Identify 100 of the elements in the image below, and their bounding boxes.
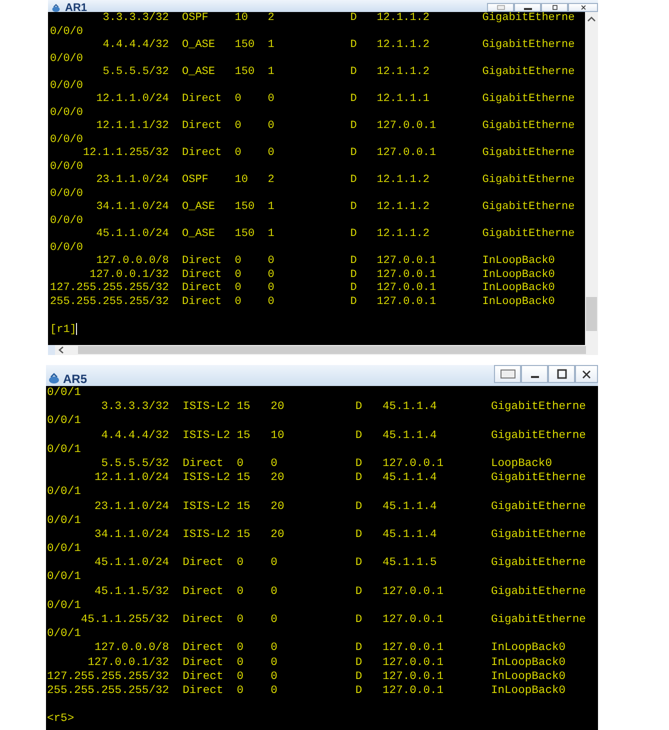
route-protocol: Direct [182, 93, 222, 105]
route-cost: 0 [270, 557, 278, 570]
route-protocol: Direct [182, 614, 224, 626]
route-cost: 0 [268, 282, 274, 294]
route-preference: 150 [234, 66, 255, 78]
flag-text: D [350, 282, 357, 294]
route-cost: 1 [268, 228, 274, 240]
route-protocol: Direct [182, 670, 224, 683]
flag-text: D [355, 472, 362, 484]
close-icon [582, 370, 591, 378]
route-protocol: Direct [182, 296, 222, 308]
route-protocol: OSPF [182, 12, 208, 24]
route-cost: 0 [268, 93, 274, 105]
route-interface: InLoopBack0 [490, 642, 566, 654]
next-hop: 127.0.0.1 [382, 670, 444, 683]
wrapped-text: 0/0/1 [47, 387, 81, 399]
route-cost: 0 [268, 268, 274, 280]
route-interface: GigabitEtherne [482, 228, 575, 240]
flag-text: D [350, 255, 357, 267]
next-hop: 127.0.0.1 [376, 255, 436, 267]
flag-text: D [355, 401, 362, 414]
maximize-button[interactable] [541, 3, 568, 12]
next-hop: 127.0.0.1 [382, 458, 444, 470]
wrapped-text: 0/0/1 [47, 628, 81, 640]
route-interface: LoopBack0 [490, 458, 552, 470]
route-destination: 127.255.255.255/32 [47, 670, 170, 683]
route-protocol: ISIS-L2 [182, 430, 230, 442]
route-destination: 45.1.1.255/32 [80, 614, 170, 626]
flag-text: D [350, 39, 357, 51]
route-destination: 255.255.255.255/32 [47, 684, 170, 697]
flag-text: D [355, 430, 362, 442]
route-preference: 0 [236, 586, 244, 598]
route-preference: 0 [234, 268, 242, 280]
route-interface: GigabitEtherne [490, 614, 586, 626]
next-hop: 12.1.1.2 [376, 66, 430, 78]
console-button[interactable] [494, 365, 521, 383]
route-protocol: ISIS-L2 [182, 472, 230, 484]
route-destination: 3.3.3.3/32 [102, 12, 169, 24]
flag-text: D [350, 66, 357, 78]
flag-text: D [350, 120, 357, 132]
route-cost: 0 [270, 656, 278, 669]
close-button[interactable] [575, 365, 598, 383]
wrapped-text: 0/0/1 [47, 600, 81, 612]
next-hop: 127.0.0.1 [376, 120, 436, 132]
route-preference: 0 [236, 656, 244, 669]
route-destination: 45.1.1.0/24 [96, 228, 169, 240]
minimize-button[interactable] [514, 3, 541, 12]
minimize-icon [530, 376, 538, 378]
route-destination: 127.0.0.0/8 [96, 255, 169, 267]
route-interface: InLoopBack0 [490, 656, 566, 669]
wrapped-text: 0/0/0 [50, 188, 84, 200]
route-destination: 4.4.4.4/32 [102, 39, 169, 51]
route-protocol: OSPF [182, 174, 208, 186]
minimize-button[interactable] [521, 365, 548, 383]
route-cost: 0 [268, 296, 274, 308]
next-hop: 127.0.0.1 [382, 656, 444, 669]
route-cost: 20 [270, 401, 284, 414]
route-destination: 3.3.3.3/32 [101, 401, 170, 414]
next-hop: 127.0.0.1 [382, 684, 444, 697]
route-cost: 20 [270, 472, 284, 484]
wrapped-text: 0/0/1 [47, 543, 81, 556]
route-interface: InLoopBack0 [490, 670, 566, 683]
text-cursor [76, 322, 78, 334]
scroll-up-icon[interactable] [587, 16, 596, 22]
route-destination: 12.1.1.0/24 [96, 93, 169, 105]
route-preference: 150 [234, 228, 255, 240]
route-preference: 15 [236, 528, 250, 541]
route-cost: 1 [268, 66, 274, 78]
route-interface: GigabitEtherne [490, 557, 586, 570]
route-protocol: Direct [182, 255, 222, 267]
next-hop: 127.0.0.1 [382, 614, 444, 626]
route-preference: 0 [234, 296, 242, 308]
route-destination: 45.1.1.0/24 [94, 557, 170, 570]
route-destination: 127.0.0.1/32 [90, 268, 169, 280]
flag-text: D [350, 228, 357, 240]
route-interface: GigabitEtherne [482, 201, 575, 213]
route-cost: 0 [270, 684, 278, 697]
wrapped-text: 0/0/0 [50, 134, 84, 146]
maximize-button[interactable] [548, 365, 575, 383]
route-preference: 0 [234, 255, 242, 267]
wrapped-text: 0/0/0 [50, 26, 84, 38]
flag-text: D [355, 528, 362, 541]
scroll-left-icon[interactable] [58, 346, 64, 354]
flag-text: D [355, 586, 362, 598]
route-cost: 10 [270, 430, 284, 442]
next-hop: 12.1.1.2 [376, 39, 430, 51]
route-destination: 255.255.255.255/32 [50, 296, 169, 308]
route-interface: GigabitEtherne [490, 472, 586, 484]
route-interface: GigabitEtherne [490, 401, 586, 414]
route-cost: 20 [270, 500, 284, 512]
route-protocol: Direct [182, 642, 224, 654]
route-interface: GigabitEtherne [482, 12, 575, 24]
route-preference: 15 [236, 430, 250, 442]
flag-text: D [355, 500, 362, 512]
router-icon [50, 4, 62, 12]
flag-text: D [350, 12, 357, 24]
route-interface: InLoopBack0 [482, 282, 555, 294]
router-icon [48, 373, 60, 385]
flag-text: D [355, 642, 362, 654]
route-protocol: Direct [182, 458, 224, 470]
